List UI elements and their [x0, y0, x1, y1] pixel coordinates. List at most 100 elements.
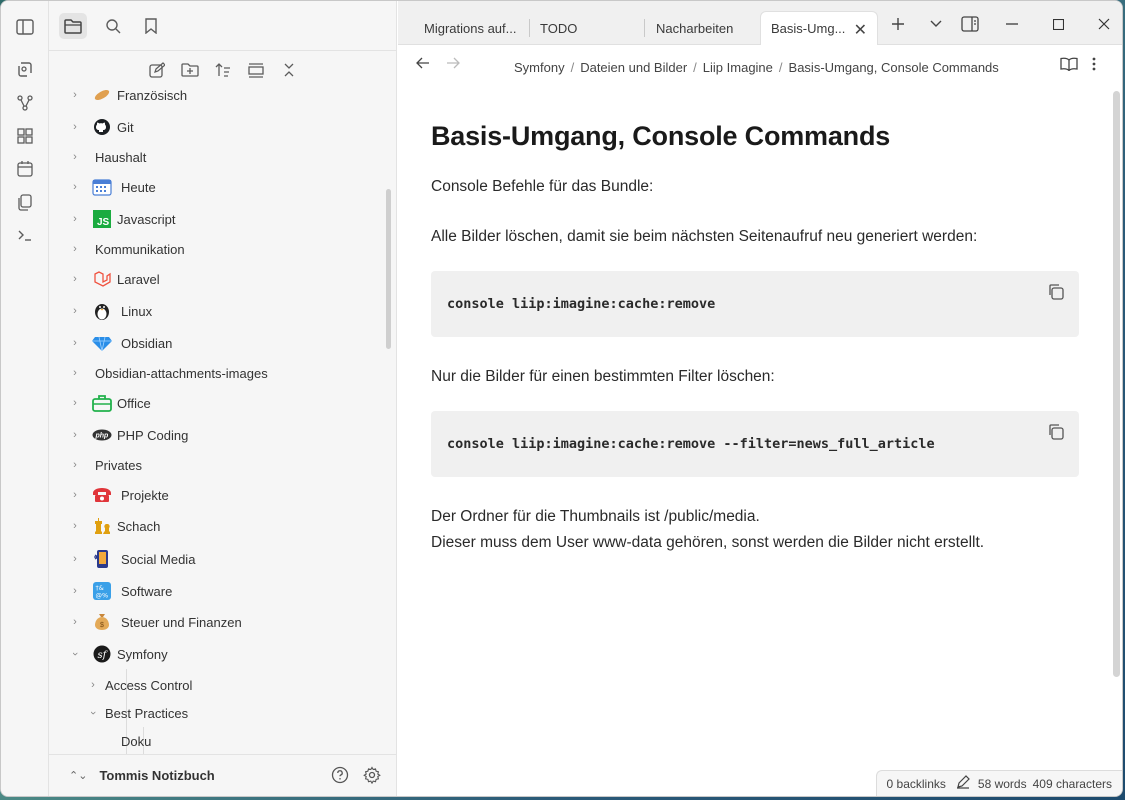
forward-arrow-icon[interactable] [446, 57, 460, 72]
status-bar: 0 backlinks 58 words 409 characters [875, 770, 1122, 796]
file-item-doku[interactable]: Doku [121, 727, 396, 755]
settings-gear-icon[interactable] [363, 766, 381, 787]
calendar-icon [91, 178, 113, 196]
code-block: console liip:imagine:cache:remove --filt… [431, 411, 1079, 477]
copy-code-icon[interactable] [1047, 423, 1065, 445]
chevron-right-icon: › [73, 89, 77, 101]
chevron-right-icon: › [73, 520, 77, 532]
minimize-icon[interactable] [990, 9, 1034, 39]
editor-scrollbar[interactable] [1113, 91, 1120, 677]
close-window-icon[interactable] [1082, 9, 1122, 39]
folder-item-steuer-und-finanzen[interactable]: › $ Steuer und Finanzen [49, 608, 389, 636]
new-note-icon[interactable] [143, 57, 171, 83]
breadcrumb-item[interactable]: Liip Imagine [703, 60, 773, 75]
chevron-right-icon: › [73, 121, 77, 133]
vault-name[interactable]: Tommis Notizbuch [99, 768, 214, 783]
paragraph: Alle Bilder löschen, damit sie beim näch… [431, 228, 978, 245]
chevron-down-icon: › [69, 652, 81, 656]
folder-item-best-practices[interactable]: › Best Practices [67, 699, 396, 727]
backlinks-count[interactable]: 0 backlinks [887, 777, 946, 791]
new-tab-icon[interactable] [880, 9, 916, 39]
chevron-right-icon: › [73, 553, 77, 565]
folder-item-social-media[interactable]: › Social Media [49, 545, 389, 573]
tab-nacharbeiten[interactable]: Nacharbeiten [642, 11, 760, 45]
svg-text:JS: JS [97, 217, 110, 228]
folder-item-access-control[interactable]: › Access Control [67, 671, 396, 699]
tab-label: TODO [540, 20, 578, 36]
chevron-right-icon: › [73, 367, 77, 379]
chevron-right-icon: › [73, 429, 77, 441]
search-icon[interactable] [99, 13, 127, 39]
folder-item-symfony[interactable]: › sf Symfony [49, 640, 389, 668]
breadcrumb-item[interactable]: Symfony [514, 60, 565, 75]
js-icon: JS [91, 210, 113, 228]
tab-list-chevron-icon[interactable] [918, 9, 954, 39]
svg-text:php: php [95, 433, 110, 440]
tab-basis-umgang[interactable]: Basis-Umg... ✕ [760, 11, 878, 45]
folder-item-projekte[interactable]: › Projekte [49, 481, 389, 509]
close-tab-icon[interactable]: ✕ [854, 20, 867, 40]
note-content[interactable]: Basis-Umgang, Console Commands Console B… [431, 121, 1079, 556]
canvas-icon[interactable] [13, 124, 37, 148]
tab-label: Nacharbeiten [656, 20, 734, 36]
vault-chevron-icon[interactable]: ⌃⌄ [69, 769, 87, 782]
back-arrow-icon[interactable] [416, 57, 430, 72]
folder-item-heute[interactable]: › Heute [49, 173, 389, 201]
view-header: Symfony / Dateien und Bilder / Liip Imag… [398, 45, 1122, 89]
folder-item-office[interactable]: › Office [49, 389, 389, 417]
briefcase-icon [91, 394, 113, 412]
folder-item-javascript[interactable]: › JS Javascript [49, 205, 389, 233]
terminal-icon[interactable] [13, 223, 37, 247]
collapse-all-icon[interactable] [275, 57, 303, 83]
breadcrumb-separator: / [570, 60, 575, 75]
right-sidebar-toggle-icon[interactable] [952, 9, 988, 39]
folder-item-git[interactable]: › Git [49, 113, 389, 141]
folder-item-obsidian-attachments-images[interactable]: › Obsidian-attachments-images [49, 359, 389, 387]
symfony-icon: sf [91, 645, 113, 663]
help-icon[interactable] [331, 766, 349, 787]
breadcrumb-item[interactable]: Dateien und Bilder [580, 60, 687, 75]
copy-pages-icon[interactable] [13, 190, 37, 214]
folder-item-haushalt[interactable]: › Haushalt [49, 143, 389, 171]
auto-reveal-icon[interactable] [242, 57, 270, 83]
symbols-icon: †& @% [91, 582, 113, 600]
more-options-icon[interactable] [1092, 56, 1096, 75]
editor-pane: Migrations auf... TODO Nacharbeiten Basi… [398, 1, 1122, 796]
breadcrumb-item[interactable]: Basis-Umgang, Console Commands [789, 60, 999, 75]
files-tab-icon[interactable] [59, 13, 87, 39]
paragraph: Console Befehle für das Bundle: [431, 178, 654, 195]
bookmark-icon[interactable] [137, 13, 165, 39]
folder-item-schach[interactable]: › Schach [49, 512, 389, 540]
mobile-icon [91, 550, 113, 568]
chevron-right-icon: › [73, 151, 77, 163]
chevron-right-icon: › [73, 397, 77, 409]
folder-item-software[interactable]: › †& @% Software [49, 577, 389, 605]
tab-migrations[interactable]: Migrations auf... [410, 11, 528, 45]
folder-item-obsidian[interactable]: › Obsidian [49, 329, 389, 357]
code-text: console liip:imagine:cache:remove [447, 296, 716, 312]
edit-pencil-icon[interactable] [956, 775, 970, 792]
tab-label: Basis-Umg... [771, 21, 846, 36]
folder-item-kommunikation[interactable]: › Kommunikation [49, 235, 389, 263]
php-icon: php [91, 426, 113, 444]
folder-item-franzoesisch[interactable]: › Französisch [49, 81, 389, 109]
sidebar-toggle-icon[interactable] [13, 15, 37, 39]
calendar-icon[interactable] [13, 157, 37, 181]
maximize-icon[interactable] [1036, 9, 1080, 39]
app-window: › Französisch › Git › Haushalt › Heute ›… [0, 0, 1123, 797]
new-folder-icon[interactable] [176, 57, 204, 83]
chevron-right-icon: › [73, 181, 77, 193]
folder-item-php-coding[interactable]: › php PHP Coding [49, 421, 389, 449]
reading-view-icon[interactable] [1060, 57, 1078, 74]
tab-todo[interactable]: TODO [526, 11, 644, 45]
graph-view-icon[interactable] [13, 91, 37, 115]
folder-item-laravel[interactable]: › Laravel [49, 265, 389, 293]
sort-order-icon[interactable] [209, 57, 237, 83]
chevron-right-icon: › [73, 489, 77, 501]
copy-code-icon[interactable] [1047, 283, 1065, 305]
sidebar-scrollbar[interactable] [386, 189, 391, 349]
folder-item-linux[interactable]: › Linux [49, 297, 389, 325]
switcher-icon[interactable] [13, 57, 37, 81]
chess-icon [91, 517, 113, 535]
folder-item-privates[interactable]: › Privates [49, 451, 389, 479]
